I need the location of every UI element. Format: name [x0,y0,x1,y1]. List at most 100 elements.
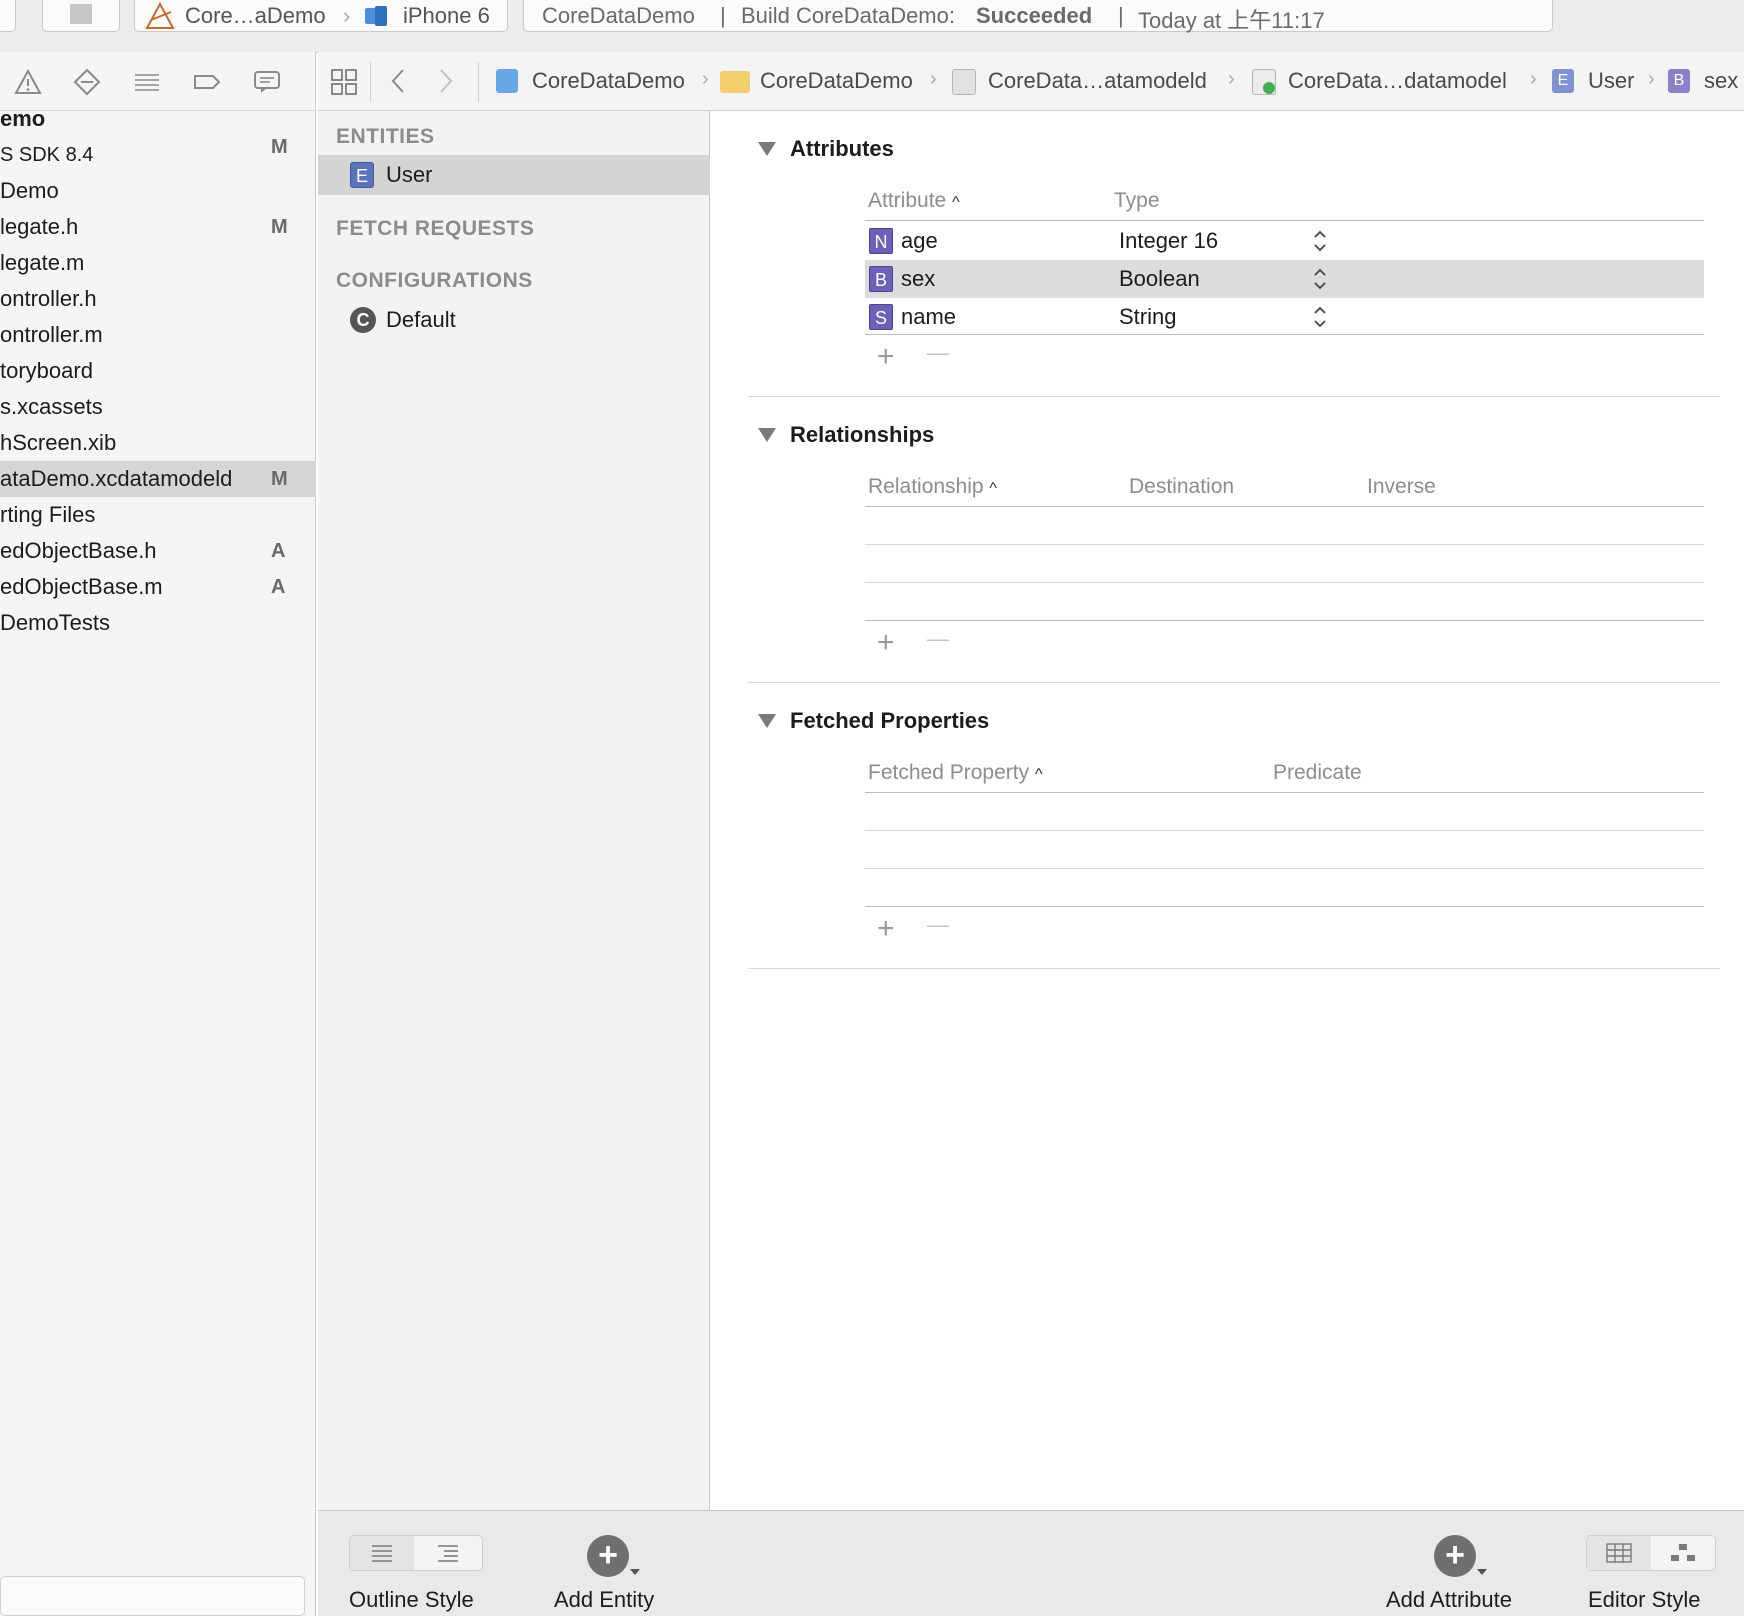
attribute-name[interactable]: sex [901,260,935,298]
attribute-row-name[interactable]: S name String [865,298,1704,336]
fetch-requests-header: FETCH REQUESTS [336,217,535,240]
breadcrumb-attribute[interactable]: sex [1704,68,1738,94]
attribute-type[interactable]: String [1119,298,1176,336]
activity-project: CoreDataDemo [542,3,695,28]
remove-attribute-minus-icon[interactable]: — [927,340,949,366]
file-row[interactable]: legate.m [0,245,316,281]
back-arrow-icon[interactable] [388,66,408,101]
report-icon[interactable] [253,68,281,96]
entity-row-user[interactable]: E User [318,155,710,195]
hierarchical-list-icon[interactable] [416,1536,480,1570]
remove-relationship-minus-icon[interactable]: — [927,626,949,652]
add-relationship-plus-icon[interactable]: + [877,626,895,660]
scheme-selector[interactable]: Core…aDemo › iPhone 6 [134,0,508,32]
navigator-filter-field[interactable] [0,1576,305,1616]
add-entity-label[interactable]: Add Entity [554,1587,654,1613]
attribute-column-header[interactable]: Attribute ^ [868,189,960,213]
attribute-name[interactable]: age [901,222,938,260]
file-row[interactable]: ontroller.h [0,281,316,317]
add-fetched-property-plus-icon[interactable]: + [877,912,895,946]
disclosure-triangle-icon[interactable] [758,714,776,728]
file-row[interactable]: edObjectBase.h A [0,533,316,569]
table-bottom-divider [865,334,1704,335]
entity-editor: Attributes Attribute ^ Type N age Intege… [711,111,1744,1510]
file-row[interactable]: DemoTests [0,605,316,641]
editor-style-label: Editor Style [1588,1587,1701,1612]
add-attribute-label[interactable]: Add Attribute [1386,1587,1512,1613]
entity-name: User [386,162,433,187]
configuration-row-default[interactable]: C Default [318,300,710,340]
file-row[interactable]: legate.h M [0,209,316,245]
file-name: edObjectBase.m [0,574,163,599]
attribute-name[interactable]: name [901,298,956,336]
disclosure-triangle-icon[interactable] [758,142,776,156]
activity-separator: | [720,3,726,28]
device-name: iPhone 6 [403,3,490,28]
related-items-icon[interactable] [330,68,358,101]
forward-arrow-icon[interactable] [436,66,456,101]
test-diamond-icon[interactable] [73,68,101,96]
divider [478,62,479,102]
table-style-icon[interactable] [1587,1536,1651,1570]
breadcrumb-datamodel[interactable]: CoreData…datamodel [1288,68,1507,94]
activity-viewer: CoreDataDemo | Build CoreDataDemo: Succe… [523,0,1553,33]
scm-badge: A [271,540,286,562]
section-divider [748,968,1720,969]
header-divider [865,506,1704,507]
breadcrumb-datamodeld[interactable]: CoreData…atamodeld [988,68,1207,94]
breadcrumb-project[interactable]: CoreDataDemo [532,68,685,94]
add-entity-menu-caret-icon[interactable] [630,1569,640,1575]
fetched-property-column-header[interactable]: Fetched Property ^ [868,761,1042,785]
sort-ascending-icon: ^ [989,480,997,497]
breadcrumb-separator: › [1648,68,1655,90]
stop-button[interactable] [42,0,120,32]
editor-style-segmented-control[interactable] [1586,1535,1716,1571]
add-entity-plus-icon[interactable]: + [587,1535,629,1577]
predicate-column-header[interactable]: Predicate [1273,761,1362,785]
file-row[interactable]: edObjectBase.m A [0,569,316,605]
inverse-column-header[interactable]: Inverse [1367,475,1436,499]
file-name: legate.m [0,250,85,275]
configurations-header: CONFIGURATIONS [336,269,533,292]
type-column-header[interactable]: Type [1114,189,1160,213]
file-row[interactable]: s.xcassets [0,389,316,425]
divider [370,62,371,102]
attribute-type[interactable]: Integer 16 [1119,222,1218,260]
section-divider [748,396,1720,397]
file-row[interactable]: toryboard [0,353,316,389]
project-file-icon [496,69,518,93]
attribute-row-sex[interactable]: B sex Boolean [865,260,1704,298]
breadcrumb-group[interactable]: CoreDataDemo [760,68,913,94]
add-attribute-menu-caret-icon[interactable] [1477,1569,1487,1575]
file-row[interactable]: S SDK 8.4 M [0,137,316,173]
disclosure-triangle-icon[interactable] [758,428,776,442]
attribute-type[interactable]: Boolean [1119,260,1200,298]
add-attribute-plus-icon[interactable]: + [1434,1535,1476,1577]
debug-list-icon[interactable] [133,68,161,96]
file-row[interactable]: rting Files [0,497,316,533]
breadcrumb-entity[interactable]: User [1588,68,1634,94]
type-popup-chevron-icon[interactable] [1312,298,1328,349]
run-button[interactable] [0,0,16,32]
remove-fetched-property-minus-icon[interactable]: — [927,912,949,938]
graph-style-icon[interactable] [1651,1536,1715,1570]
attribute-row-age[interactable]: N age Integer 16 [865,222,1704,260]
file-row-selected[interactable]: ataDemo.xcdatamodeld M [0,461,316,497]
file-row[interactable]: Demo [0,173,316,209]
file-row[interactable]: hScreen.xib [0,425,316,461]
file-row[interactable]: ontroller.m [0,317,316,353]
flat-list-icon[interactable] [350,1536,414,1570]
warning-icon[interactable] [14,68,42,96]
breakpoint-icon[interactable] [193,68,221,96]
activity-timestamp: Today at 上午11:17 [1138,8,1325,33]
add-attribute-plus-icon[interactable]: + [877,340,895,374]
entity-icon: E [350,162,374,188]
fetched-properties-title: Fetched Properties [790,708,990,733]
sort-ascending-icon: ^ [1034,766,1043,783]
relationship-column-header[interactable]: Relationship ^ [868,475,997,499]
file-name: S SDK 8.4 [0,144,94,166]
outline-style-segmented-control[interactable] [349,1535,483,1571]
row-divider [865,544,1704,545]
destination-column-header[interactable]: Destination [1129,475,1234,499]
attribute-icon: B [1668,69,1690,93]
